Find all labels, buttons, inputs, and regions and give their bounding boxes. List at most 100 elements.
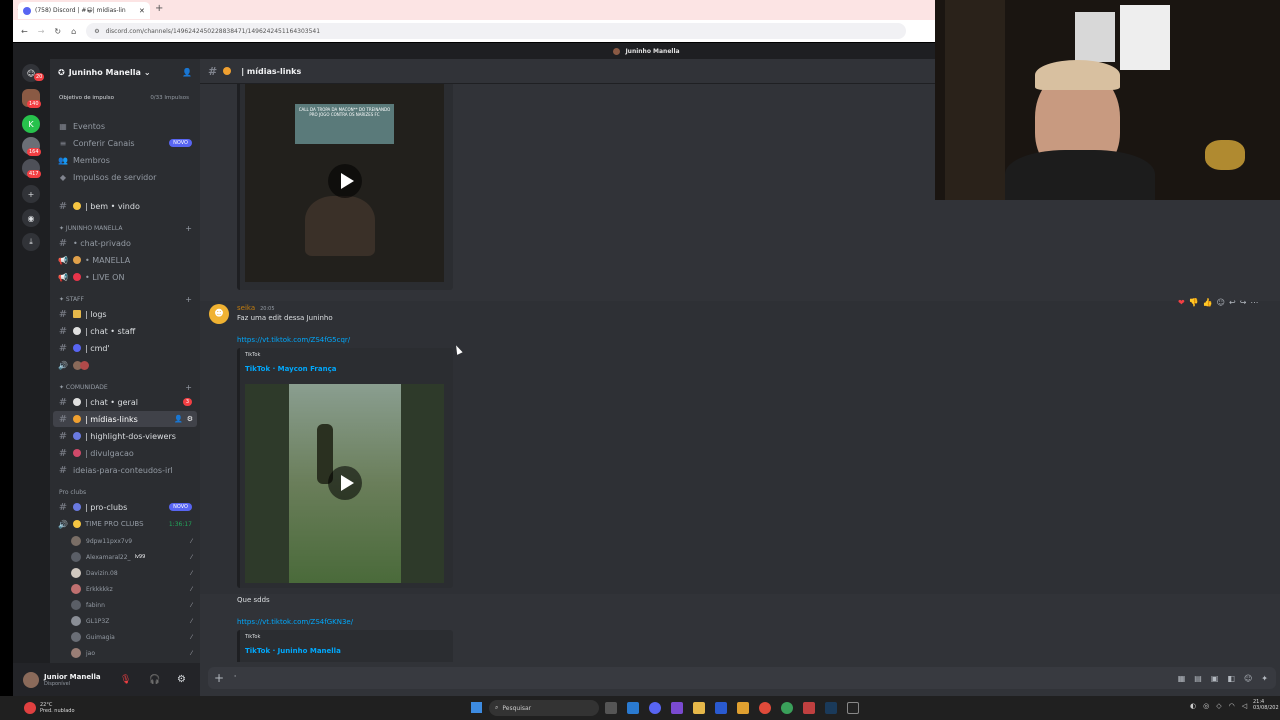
voice-user[interactable]: 9dpw11pxx7v9 ⁄	[50, 533, 200, 549]
volume-icon[interactable]: ◁	[1242, 702, 1247, 710]
task-view-icon[interactable]	[605, 702, 617, 714]
download-icon[interactable]: ⤓	[22, 233, 40, 251]
channel-ideias[interactable]: # ideias-para-conteudos-irl	[50, 462, 200, 478]
reply-icon[interactable]: ↩	[1229, 298, 1236, 307]
clock[interactable]: 21:4 03/08/202	[1253, 699, 1279, 711]
store-icon[interactable]	[715, 702, 727, 714]
url-field[interactable]: ⚙ discord.com/channels/14962424502288384…	[86, 23, 907, 39]
add-channel-icon[interactable]: +	[185, 224, 192, 233]
play-icon[interactable]	[328, 164, 362, 198]
add-reaction-icon[interactable]: ☺	[1217, 298, 1225, 307]
thumbs-up-icon[interactable]: 👍	[1203, 298, 1213, 307]
site-info-icon[interactable]: ⚙	[94, 28, 99, 35]
reaction-icon[interactable]: ❤	[1178, 298, 1185, 307]
channel-midias-links[interactable]: # | mídias-links 👤 ⚙	[53, 411, 197, 427]
channel-manella[interactable]: 📢 • MANELLA	[50, 252, 200, 268]
message-input[interactable]: + ' ▦ ▤ ▣ ◧ ☺ ✦	[208, 667, 1276, 689]
menu-events[interactable]: ▦ Eventos	[50, 118, 200, 134]
explore-icon[interactable]: ◉	[22, 209, 40, 227]
tab-close-icon[interactable]: ✕	[139, 7, 145, 15]
add-server-icon[interactable]: +	[22, 185, 40, 203]
tiktok-link[interactable]: https://vt.tiktok.com/ZS4fG5cqr/	[237, 336, 350, 344]
category-comunidade[interactable]: ✦ COMUNIDADE +	[50, 379, 200, 395]
menu-server-boosts[interactable]: ◆ Impulsos de servidor	[50, 169, 200, 185]
play-icon[interactable]	[328, 466, 362, 500]
tray-icon[interactable]: ◎	[1203, 702, 1209, 710]
chrome-icon[interactable]	[781, 702, 793, 714]
new-tab-button[interactable]: +	[155, 3, 163, 14]
thumbs-down-icon[interactable]: 👎	[1189, 298, 1199, 307]
back-icon[interactable]: ←	[21, 27, 28, 36]
invite-people-icon[interactable]: 👤	[182, 68, 192, 77]
headphones-icon[interactable]: 🎧	[149, 675, 160, 685]
voice-user[interactable]: Davizin.08 ⁄	[50, 565, 200, 581]
channel-divulgacao[interactable]: # | divulgacao	[50, 445, 200, 461]
embed-title[interactable]: TikTok · Maycon França	[245, 365, 336, 373]
discord-icon[interactable]	[649, 702, 661, 714]
taskbar-search[interactable]: ⌕ Pesquisar	[489, 700, 599, 716]
apps-icon[interactable]: ▦	[1178, 674, 1186, 683]
channel-live-on[interactable]: 📢 • LIVE ON	[50, 269, 200, 285]
category-pro-clubs[interactable]: Pro clubs	[50, 484, 200, 500]
steam-icon[interactable]	[825, 702, 837, 714]
video-thumbnail-1[interactable]: CALL DA TROPA DA MACON** DO TREINANDO PR…	[245, 84, 444, 282]
gif-icon[interactable]: ▣	[1211, 674, 1219, 683]
edge-icon[interactable]	[627, 702, 639, 714]
voice-user[interactable]: Erkkkkkz ⁄	[50, 581, 200, 597]
video-thumbnail-2[interactable]	[245, 384, 444, 583]
more-icon[interactable]: ⋯	[1250, 298, 1258, 307]
weather-icon[interactable]	[24, 702, 36, 714]
invite-icon[interactable]: 👤	[174, 415, 183, 423]
emoji-icon[interactable]: ☺	[1244, 674, 1252, 683]
channel-pro-clubs[interactable]: # | pro-clubs NOVO	[50, 499, 200, 515]
app-icon[interactable]	[803, 702, 815, 714]
reload-icon[interactable]: ↻	[54, 27, 61, 36]
home-icon[interactable]: ⌂	[71, 27, 76, 36]
file-explorer-icon[interactable]	[693, 702, 705, 714]
voice-user[interactable]: GL1P3Z ⁄	[50, 613, 200, 629]
avatar[interactable]	[23, 671, 39, 688]
tiktok-link[interactable]: https://vt.tiktok.com/ZS4fGKN3e/	[237, 618, 353, 626]
server-name-header[interactable]: ✪ Juninho Manella ⌄ 👤	[50, 64, 200, 80]
forward-icon[interactable]: →	[38, 27, 45, 36]
mic-muted-icon[interactable]: 🎙	[120, 675, 131, 685]
forward-icon[interactable]: ↪	[1240, 298, 1247, 307]
browser-tab-discord[interactable]: (758) Discord | #😀| mídias-lin ✕	[18, 2, 150, 19]
boost-goal-bar[interactable]: Objetivo de impulso 0/33 Impulsos	[50, 91, 200, 105]
voice-user[interactable]: fabinn ⁄	[50, 597, 200, 613]
voice-user[interactable]: Alexamaral22_ lv99 ⁄	[50, 549, 200, 565]
add-channel-icon[interactable]: +	[185, 383, 192, 392]
obs-icon[interactable]	[847, 702, 859, 714]
gear-icon[interactable]: ⚙	[187, 415, 193, 423]
kick-server-icon[interactable]: K	[22, 115, 40, 133]
activity-icon[interactable]: ✦	[1261, 674, 1268, 683]
channel-bem-vindo[interactable]: # | bem • vindo	[50, 198, 200, 214]
windows-start-icon[interactable]	[471, 702, 482, 713]
sticker-icon[interactable]: ◧	[1227, 674, 1235, 683]
weather-widget[interactable]: 22°C Pred. nublado	[40, 702, 75, 714]
author-name[interactable]: seika	[237, 304, 255, 312]
category-juninho[interactable]: ✦ JUNINHO MANELLA +	[50, 220, 200, 236]
channel-cmd[interactable]: # | cmd'	[50, 340, 200, 356]
gear-icon[interactable]: ⚙	[177, 674, 186, 685]
add-channel-icon[interactable]: +	[185, 295, 192, 304]
tray-icon[interactable]: ◇	[1216, 702, 1221, 710]
voice-channel-staff[interactable]: 🔊	[50, 357, 200, 373]
channel-chat-geral[interactable]: # | chat • geral 3	[50, 394, 200, 410]
app-icon[interactable]	[671, 702, 683, 714]
wifi-icon[interactable]: ◠	[1229, 702, 1235, 710]
gift-icon[interactable]: ▤	[1194, 674, 1202, 683]
embed-title[interactable]: TikTok · Juninho Manella	[245, 647, 341, 655]
app-icon[interactable]	[737, 702, 749, 714]
voice-user[interactable]: Guimagia ⁄	[50, 629, 200, 645]
chrome-icon[interactable]	[759, 702, 771, 714]
channel-chat-staff[interactable]: # | chat • staff	[50, 323, 200, 339]
voice-channel-time-pro[interactable]: 🔊 TIME PRO CLUBS 1:36:17	[50, 516, 200, 532]
tray-icon[interactable]: ◐	[1190, 702, 1196, 710]
channel-chat-privado[interactable]: # • chat-privado	[50, 235, 200, 251]
category-staff[interactable]: ✦ STAFF +	[50, 291, 200, 307]
menu-members[interactable]: 👥 Membros	[50, 152, 200, 168]
channel-logs[interactable]: # | logs	[50, 306, 200, 322]
channel-highlight[interactable]: # | highlight-dos-viewers	[50, 428, 200, 444]
voice-user[interactable]: jao ⁄	[50, 645, 200, 661]
